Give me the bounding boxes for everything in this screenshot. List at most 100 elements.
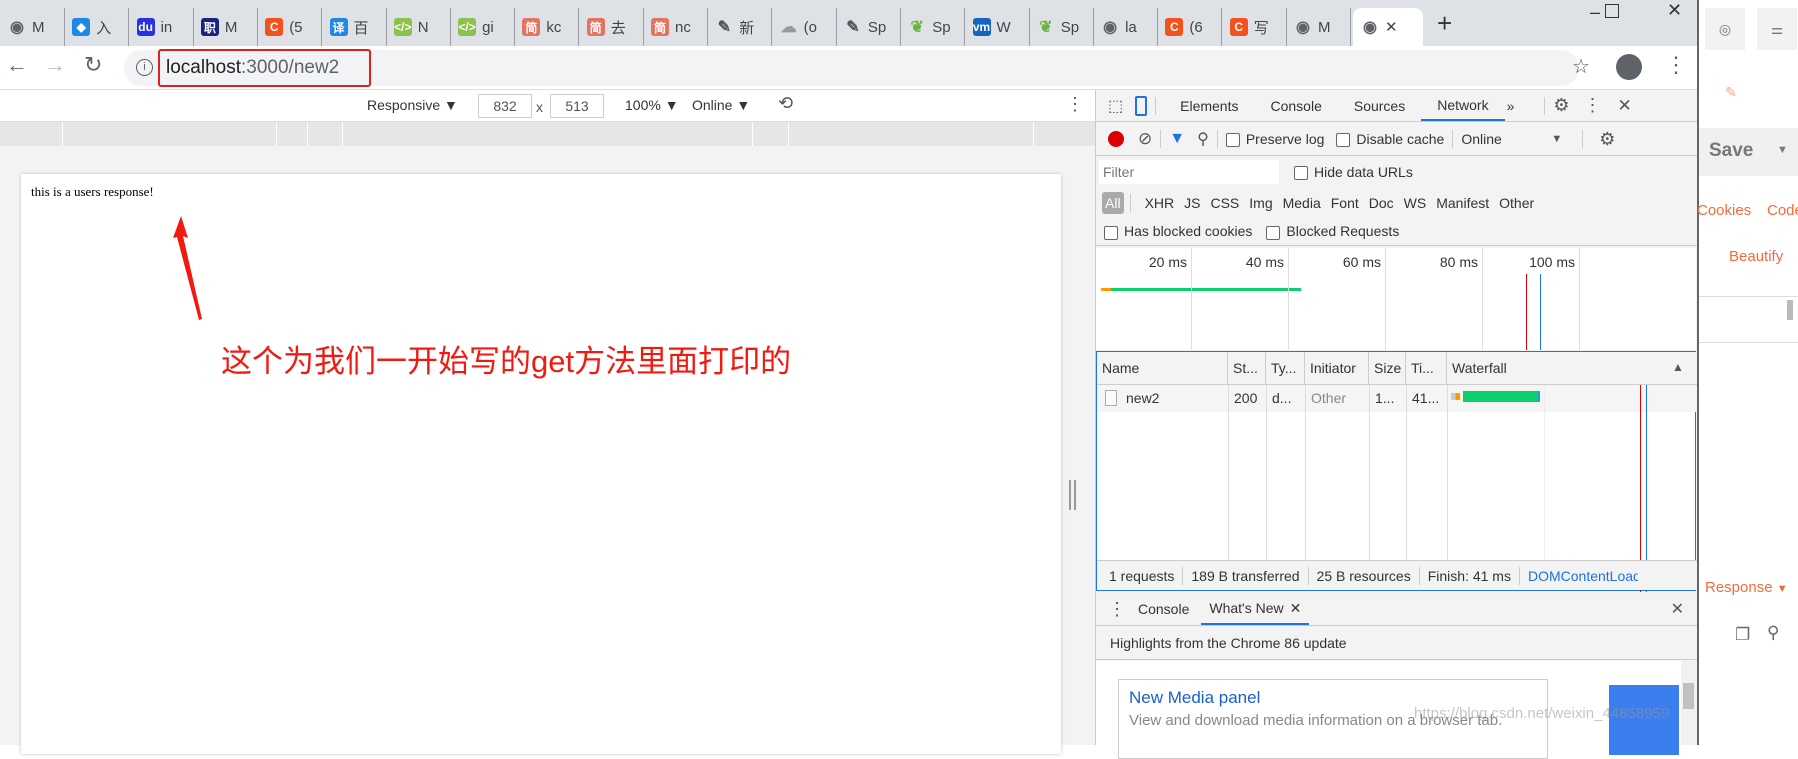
- tab-console[interactable]: Console: [1254, 90, 1337, 121]
- filter-input[interactable]: [1099, 160, 1279, 184]
- profile-avatar[interactable]: [1616, 54, 1642, 80]
- media-query-bar[interactable]: [0, 122, 1095, 146]
- close-window-button[interactable]: ✕: [1667, 0, 1682, 21]
- throttle-dropdown-icon[interactable]: ▼: [1551, 133, 1562, 145]
- beautify-link[interactable]: Beautify: [1729, 248, 1783, 265]
- height-input[interactable]: 513: [550, 94, 604, 118]
- column-name[interactable]: Name: [1097, 352, 1228, 385]
- browser-tab[interactable]: ◉ M: [1286, 8, 1351, 46]
- type-filter-font[interactable]: Font: [1331, 195, 1359, 211]
- type-filter-other[interactable]: Other: [1499, 195, 1534, 211]
- scrollbar[interactable]: [1681, 661, 1696, 745]
- response-select[interactable]: Response ▼: [1705, 579, 1788, 596]
- inspect-element-icon[interactable]: ⬚: [1108, 96, 1123, 116]
- network-throttle-select[interactable]: Online: [1461, 131, 1551, 147]
- type-filter-ws[interactable]: WS: [1404, 195, 1427, 211]
- active-tab[interactable]: ◉ ✕: [1353, 8, 1423, 46]
- type-filter-media[interactable]: Media: [1283, 195, 1321, 211]
- forward-button[interactable]: →: [44, 52, 66, 78]
- browser-tab[interactable]: ◉ la: [1093, 8, 1159, 46]
- tab-sources[interactable]: Sources: [1338, 90, 1421, 121]
- bookmark-star-icon[interactable]: ☆: [1572, 54, 1590, 79]
- close-tab-icon[interactable]: ✕: [1385, 18, 1398, 36]
- reload-button[interactable]: ↻: [84, 52, 102, 78]
- disable-cache-checkbox[interactable]: Disable cache: [1336, 131, 1444, 148]
- more-tabs-button[interactable]: »: [1507, 98, 1515, 114]
- tab-network[interactable]: Network: [1421, 90, 1505, 121]
- rotate-icon[interactable]: ⟲: [778, 93, 793, 114]
- clear-icon[interactable]: ⊘: [1138, 129, 1152, 149]
- type-filter-doc[interactable]: Doc: [1369, 195, 1394, 211]
- browser-tab[interactable]: ◉ M: [0, 8, 65, 46]
- blocked-requests-checkbox[interactable]: Blocked Requests: [1266, 223, 1399, 240]
- zoom-select[interactable]: 100% ▼: [625, 97, 679, 113]
- browser-tab[interactable]: ❦ Sp: [1029, 8, 1094, 46]
- type-filter-manifest[interactable]: Manifest: [1436, 195, 1489, 211]
- back-button[interactable]: ←: [6, 52, 28, 78]
- hide-data-urls-checkbox[interactable]: Hide data URLs: [1294, 164, 1413, 181]
- browser-tab[interactable]: du in: [129, 8, 194, 46]
- summary-item[interactable]: DOMContentLoaded: [1528, 568, 1638, 584]
- browser-tab[interactable]: C (6: [1157, 8, 1223, 46]
- drawer-tab-console[interactable]: Console: [1126, 593, 1201, 625]
- eye-icon[interactable]: ◎: [1705, 8, 1745, 50]
- browser-tab[interactable]: ✎ 新: [707, 8, 773, 46]
- drawer-menu-icon[interactable]: ⋮: [1108, 599, 1126, 620]
- search-icon[interactable]: ⚲: [1767, 623, 1779, 643]
- browser-tab[interactable]: 职M: [193, 8, 258, 46]
- device-toggle-icon[interactable]: [1135, 95, 1148, 116]
- browser-tab[interactable]: 简 nc: [643, 8, 708, 46]
- settings-gear-icon[interactable]: ⚙: [1553, 95, 1569, 116]
- drawer-tab-whats-new[interactable]: What's New ✕: [1201, 593, 1310, 625]
- url-field[interactable]: localhost:3000/new2: [158, 49, 371, 87]
- browser-tab[interactable]: 简 kc: [514, 8, 580, 46]
- pencil-icon[interactable]: ✎: [1711, 72, 1751, 112]
- cookies-link[interactable]: Cookies: [1697, 202, 1751, 219]
- type-filter-all[interactable]: All: [1102, 192, 1124, 214]
- chrome-menu-icon[interactable]: ⋮: [1665, 52, 1687, 78]
- column-type[interactable]: Ty...: [1266, 352, 1305, 385]
- browser-tab[interactable]: </> N: [386, 8, 451, 46]
- browser-tab[interactable]: C (5: [257, 8, 323, 46]
- filter-icon[interactable]: ▼: [1169, 130, 1185, 148]
- throttle-select[interactable]: Online ▼: [692, 97, 750, 113]
- save-button[interactable]: Save ▼: [1699, 128, 1798, 176]
- record-icon[interactable]: [1108, 131, 1124, 147]
- column-waterfall[interactable]: Waterfall: [1447, 352, 1695, 385]
- type-filter-img[interactable]: Img: [1249, 195, 1272, 211]
- column-initiator[interactable]: Initiator: [1305, 352, 1369, 385]
- sort-ascending-icon[interactable]: ▲: [1672, 360, 1684, 374]
- maximize-button[interactable]: [1605, 4, 1619, 18]
- width-input[interactable]: 832: [478, 94, 532, 118]
- code-link[interactable]: Code: [1767, 202, 1798, 219]
- minimize-button[interactable]: –: [1590, 2, 1600, 23]
- browser-tab[interactable]: 简去: [579, 8, 644, 46]
- browser-tab[interactable]: </> gi: [450, 8, 516, 46]
- device-select[interactable]: Responsive ▼: [367, 97, 458, 113]
- type-filter-xhr[interactable]: XHR: [1145, 195, 1175, 211]
- close-tab-icon[interactable]: ✕: [1290, 600, 1302, 617]
- resize-handle[interactable]: [1069, 480, 1076, 510]
- network-settings-icon[interactable]: ⚙: [1599, 129, 1615, 150]
- new-tab-button[interactable]: +: [1437, 8, 1452, 39]
- browser-tab[interactable]: ❦ Sp: [900, 8, 966, 46]
- close-devtools-icon[interactable]: ✕: [1618, 96, 1632, 116]
- info-icon[interactable]: i: [136, 59, 153, 76]
- browser-tab[interactable]: ☁ (o: [772, 8, 837, 46]
- device-more-icon[interactable]: ⋮: [1066, 94, 1084, 115]
- browser-tab[interactable]: 译百: [322, 8, 387, 46]
- sliders-icon[interactable]: ⚌: [1757, 8, 1797, 50]
- row-name[interactable]: new2: [1121, 385, 1159, 412]
- preserve-log-checkbox[interactable]: Preserve log: [1225, 131, 1324, 148]
- type-filter-css[interactable]: CSS: [1210, 195, 1239, 211]
- network-overview[interactable]: 20 ms 40 ms 60 ms 80 ms 100 ms: [1096, 248, 1696, 350]
- has-blocked-cookies-checkbox[interactable]: Has blocked cookies: [1104, 223, 1252, 240]
- close-drawer-icon[interactable]: ✕: [1671, 599, 1684, 619]
- tab-elements[interactable]: Elements: [1164, 90, 1254, 121]
- browser-tab[interactable]: ✎ Sp: [836, 8, 901, 46]
- devtools-menu-icon[interactable]: ⋮: [1584, 95, 1602, 116]
- column-size[interactable]: Size: [1369, 352, 1406, 385]
- column-time[interactable]: Ti...: [1406, 352, 1447, 385]
- search-icon[interactable]: ⚲: [1197, 129, 1209, 149]
- column-status[interactable]: St...: [1228, 352, 1266, 385]
